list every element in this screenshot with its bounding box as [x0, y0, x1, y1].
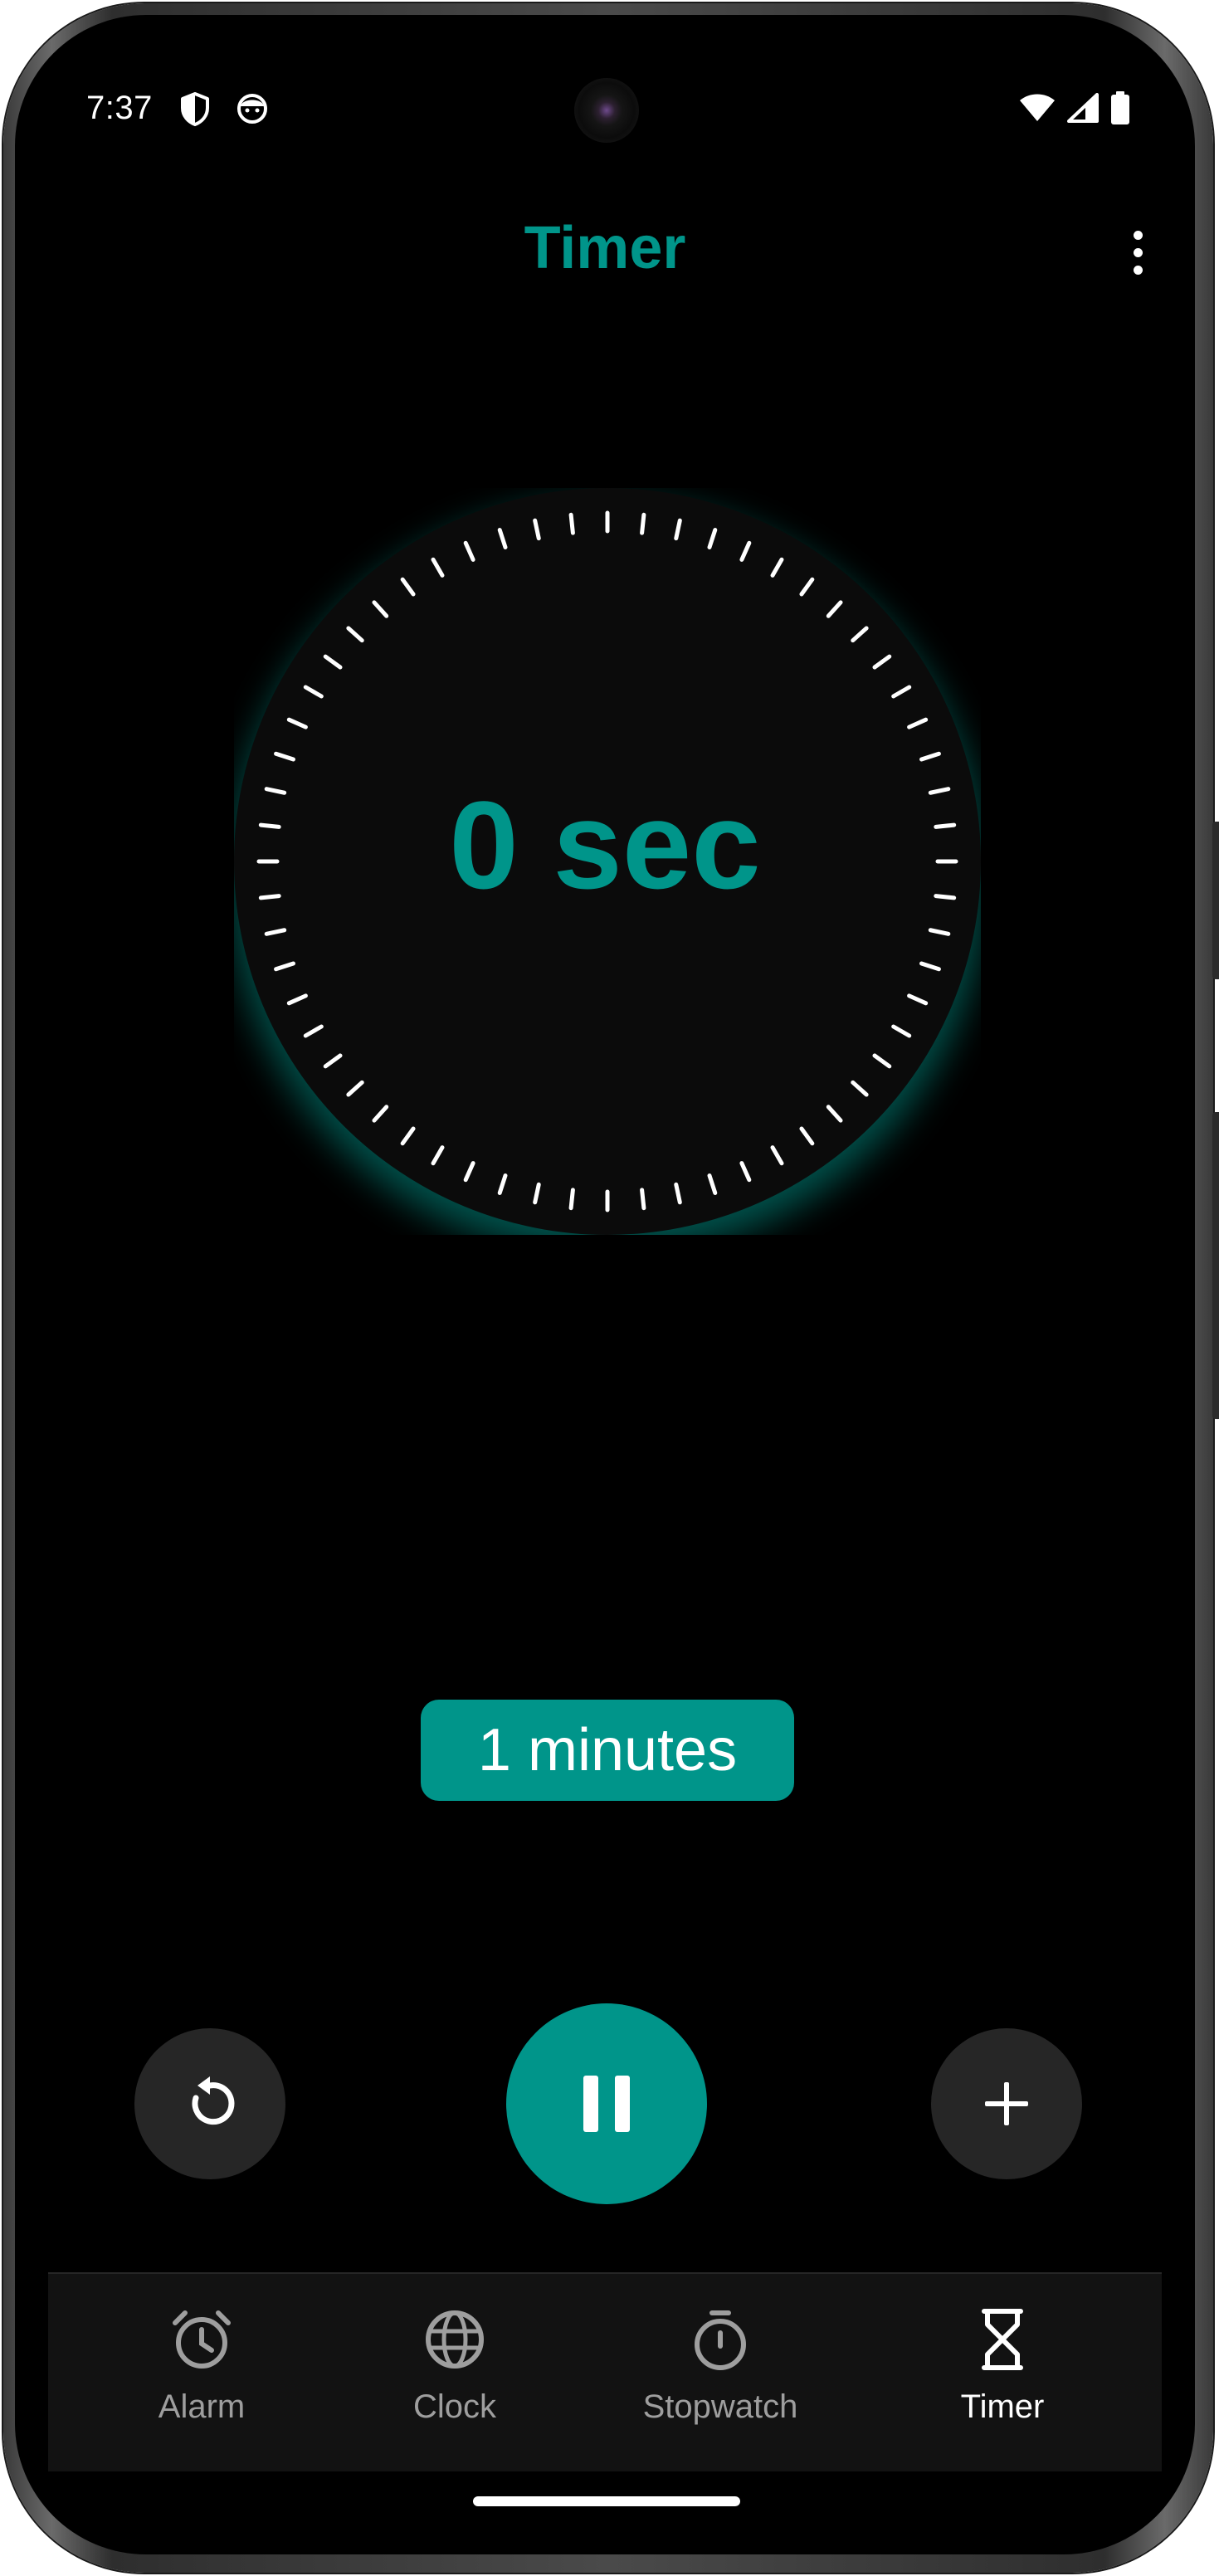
wifi-icon [1019, 93, 1056, 127]
timer-display: 0 sec [449, 775, 761, 915]
nav-item-clock[interactable]: Clock [372, 2274, 538, 2471]
screen: 7:37 Timer 0 sec 1 minutes Alarm Clock S… [32, 32, 1178, 2538]
nav-item-alarm[interactable]: Alarm [98, 2274, 305, 2471]
bottom-navigation: Alarm Clock Stopwatch Timer [48, 2272, 1162, 2471]
nav-item-stopwatch[interactable]: Stopwatch [596, 2274, 845, 2471]
cell-signal-icon [1067, 93, 1099, 127]
page-title: Timer [524, 215, 686, 281]
dial-tick [568, 1188, 575, 1211]
menu-dot [1133, 247, 1143, 257]
nav-label-alarm: Alarm [158, 2388, 246, 2425]
plus-icon [985, 2082, 1028, 2125]
face-icon [236, 91, 269, 129]
nav-label-stopwatch: Stopwatch [642, 2388, 798, 2425]
status-time: 7:37 [86, 90, 153, 126]
power-button [1212, 1112, 1219, 1419]
menu-dot [1133, 230, 1143, 240]
menu-dot [1133, 265, 1143, 275]
shield-icon [179, 91, 211, 130]
stopwatch-icon [685, 2304, 756, 2375]
status-right-icons [1019, 91, 1130, 129]
reset-icon [192, 2076, 235, 2125]
phone-frame: 7:37 Timer 0 sec 1 minutes Alarm Clock S… [0, 0, 1219, 2576]
reset-button[interactable] [134, 2028, 285, 2179]
time-preset-chip[interactable]: 1 minutes [421, 1700, 794, 1801]
dial-tick [640, 1188, 646, 1211]
front-camera [574, 78, 639, 143]
pause-button[interactable] [506, 2003, 707, 2204]
home-indicator[interactable] [473, 2496, 740, 2506]
volume-button [1212, 822, 1219, 979]
pause-icon [583, 2076, 630, 2132]
add-time-button[interactable] [931, 2028, 1082, 2179]
dial-tick [640, 512, 646, 535]
status-bar: 7:37 [32, 32, 1178, 143]
globe-icon [419, 2304, 490, 2375]
battery-icon [1110, 91, 1130, 129]
alarm-clock-icon [166, 2304, 237, 2375]
dial-tick [568, 512, 575, 535]
hourglass-icon [967, 2304, 1038, 2375]
more-vert-icon[interactable] [1117, 219, 1158, 285]
nav-label-timer: Timer [960, 2388, 1045, 2425]
nav-item-timer[interactable]: Timer [919, 2274, 1085, 2471]
nav-label-clock: Clock [412, 2388, 497, 2425]
